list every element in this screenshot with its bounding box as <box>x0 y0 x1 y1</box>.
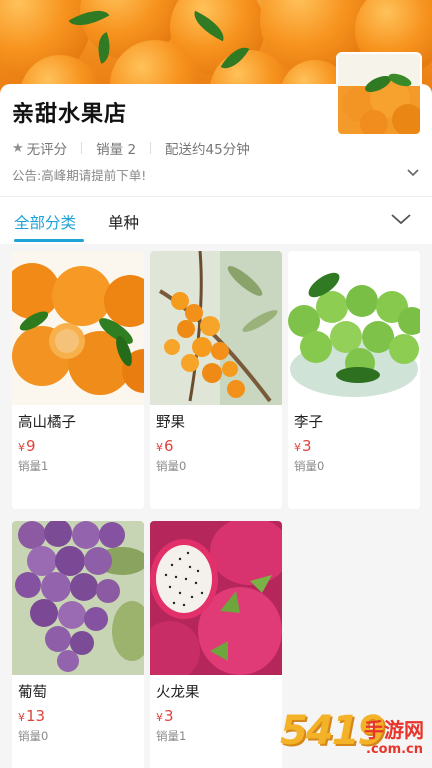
product-card[interactable]: 葡萄 ¥13 销量0 <box>12 521 144 768</box>
shop-sales: 销量 2 <box>96 142 137 158</box>
site-watermark-logo: 5419 手游网 .com.cn <box>280 708 430 766</box>
product-image <box>12 521 144 675</box>
product-price: ¥13 <box>18 707 46 725</box>
product-image <box>150 521 282 675</box>
active-tab-indicator <box>14 239 84 242</box>
product-sales: 销量0 <box>294 459 325 473</box>
product-price: ¥3 <box>156 707 174 725</box>
watermark-text: 手游网 <box>364 718 424 742</box>
divider <box>81 142 83 154</box>
product-card[interactable]: 火龙果 ¥3 销量1 <box>150 521 282 768</box>
category-tabs: 全部分类 单种 <box>0 196 432 244</box>
product-sales: 销量1 <box>156 729 187 743</box>
product-name: 火龙果 <box>156 685 200 701</box>
product-card[interactable]: 高山橘子 ¥9 销量1 <box>12 251 144 509</box>
product-card[interactable]: 李子 ¥3 销量0 <box>288 251 420 509</box>
shop-stats: ★ 无评分 销量 2 配送约45分钟 <box>12 138 250 159</box>
shop-delivery-time: 配送约45分钟 <box>165 142 250 158</box>
product-image <box>150 251 282 405</box>
shop-page: 亲甜水果店 ★ 无评分 销量 2 配送约45分钟 公告:高峰期请提前下单! 全部… <box>0 0 432 768</box>
product-image <box>12 251 144 405</box>
product-price: ¥3 <box>294 437 312 455</box>
shop-notice: 公告:高峰期请提前下单! <box>12 168 147 183</box>
watermark-url: .com.cn <box>366 742 424 757</box>
product-image <box>288 251 420 405</box>
shop-name: 亲甜水果店 <box>12 102 128 127</box>
tab-all-categories[interactable]: 全部分类 <box>14 211 76 233</box>
product-price: ¥9 <box>18 437 36 455</box>
star-icon: ★ <box>12 140 24 156</box>
product-sales: 销量1 <box>18 459 49 473</box>
product-name: 野果 <box>156 415 185 431</box>
product-name: 葡萄 <box>18 685 47 701</box>
shop-rating: 无评分 <box>26 142 68 158</box>
product-sales: 销量0 <box>18 729 49 743</box>
product-sales: 销量0 <box>156 459 187 473</box>
tab-single-item[interactable]: 单种 <box>108 211 139 233</box>
shop-logo <box>336 52 422 136</box>
divider <box>150 142 152 154</box>
product-price: ¥6 <box>156 437 174 455</box>
product-card[interactable]: 野果 ¥6 销量0 <box>150 251 282 509</box>
product-name: 李子 <box>294 415 323 431</box>
chevron-down-icon[interactable] <box>390 211 412 227</box>
chevron-down-icon[interactable] <box>406 166 420 180</box>
product-name: 高山橘子 <box>18 415 76 431</box>
